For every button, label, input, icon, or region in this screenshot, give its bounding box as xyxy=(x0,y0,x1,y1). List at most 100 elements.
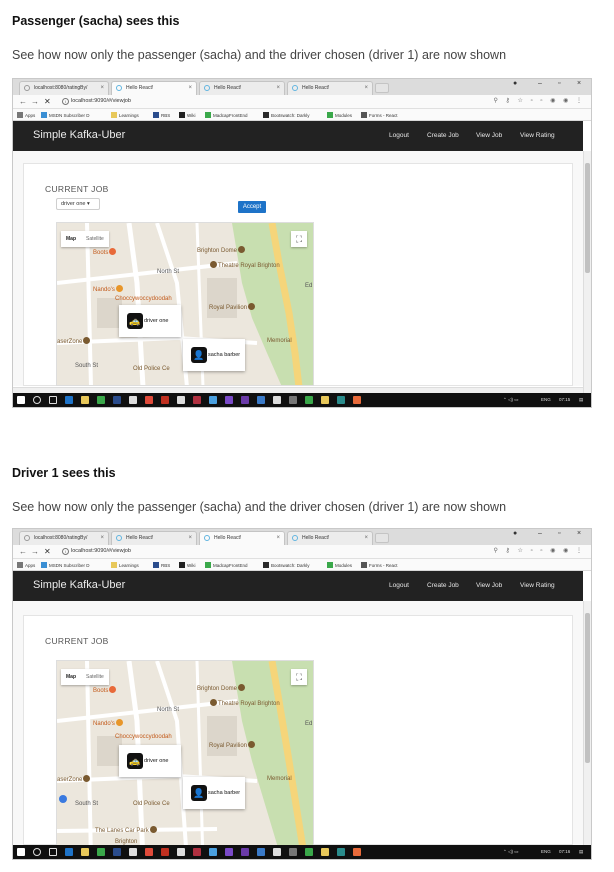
task-view-icon[interactable] xyxy=(49,848,57,856)
new-tab-button[interactable] xyxy=(375,83,389,93)
app-icon[interactable] xyxy=(129,848,137,856)
map-type-satellite[interactable]: Satellite xyxy=(81,669,109,685)
info-icon[interactable]: i xyxy=(62,98,69,105)
bookmark-rbs[interactable]: RBS xyxy=(153,562,170,568)
app-icon[interactable] xyxy=(193,396,201,404)
notifications-icon[interactable]: ▤ xyxy=(579,849,583,855)
maximize-icon[interactable]: ▫ xyxy=(558,80,560,87)
edge-icon[interactable] xyxy=(65,848,73,856)
app-icon[interactable] xyxy=(177,848,185,856)
bookmark-learnings[interactable]: Learnings xyxy=(111,112,139,118)
bookmark-learnings[interactable]: Learnings xyxy=(111,562,139,568)
app-icon[interactable] xyxy=(113,848,121,856)
nav-logout[interactable]: Logout xyxy=(389,582,409,589)
start-icon[interactable] xyxy=(17,848,25,856)
vertical-scrollbar[interactable] xyxy=(583,151,591,393)
tray-icons[interactable]: ⌃ ◁) ▭ xyxy=(503,397,518,403)
back-icon[interactable]: ← xyxy=(19,547,27,557)
language-indicator[interactable]: ENG xyxy=(541,397,551,402)
bookmark-forms[interactable]: Forms - React xyxy=(361,112,398,118)
passenger-marker[interactable]: 👤 sacha barber xyxy=(183,777,245,809)
app-icon[interactable] xyxy=(337,396,345,404)
app-icon[interactable] xyxy=(353,396,361,404)
explorer-icon[interactable] xyxy=(81,848,89,856)
passenger-marker[interactable]: 👤 sacha barber xyxy=(183,339,245,371)
app-icon[interactable] xyxy=(305,848,313,856)
driver-marker[interactable]: 🚕 driver one xyxy=(119,305,181,337)
tab-hello-3[interactable]: Hello React! × xyxy=(287,531,373,545)
bookmark-wiki[interactable]: Wiki xyxy=(179,112,196,118)
back-icon[interactable]: ← xyxy=(19,97,27,107)
vertical-scrollbar[interactable] xyxy=(583,601,591,845)
map-type-satellite[interactable]: Satellite xyxy=(81,231,109,247)
chrome-icon[interactable] xyxy=(209,848,217,856)
bookmark-wiki[interactable]: Wiki xyxy=(179,562,196,568)
tab-hello-3[interactable]: Hello React! × xyxy=(287,81,373,95)
bookmark-madcap[interactable]: MadcapFrontEnd xyxy=(205,562,248,568)
app-icon[interactable] xyxy=(193,848,201,856)
extension-icons[interactable]: ⚲ ⚷ ☆ ▫ ▫ ◉ ◉ ⋮ xyxy=(493,97,585,104)
app-icon[interactable] xyxy=(241,848,249,856)
new-tab-button[interactable] xyxy=(375,533,389,543)
bookmark-apps[interactable]: Apps xyxy=(17,562,35,568)
app-icon[interactable] xyxy=(225,848,233,856)
info-icon[interactable]: i xyxy=(62,548,69,555)
maximize-icon[interactable]: ▫ xyxy=(558,530,560,537)
driver-select[interactable]: driver one ▾ xyxy=(56,198,100,210)
app-icon[interactable] xyxy=(241,396,249,404)
edge-icon[interactable] xyxy=(65,396,73,404)
tab-hello-2[interactable]: Hello React! × xyxy=(199,531,285,545)
app-icon[interactable] xyxy=(257,396,265,404)
nav-view-job[interactable]: View Job xyxy=(476,132,502,139)
clock[interactable]: 07:16 xyxy=(559,849,570,854)
app-brand[interactable]: Simple Kafka-Uber xyxy=(33,579,125,591)
bookmark-rbs[interactable]: RBS xyxy=(153,112,170,118)
minimize-icon[interactable]: – xyxy=(538,80,542,87)
bookmark-apps[interactable]: Apps xyxy=(17,112,35,118)
app-brand[interactable]: Simple Kafka-Uber xyxy=(33,129,125,141)
nav-view-rating[interactable]: View Rating xyxy=(520,582,555,589)
bookmark-bootswatch[interactable]: Bootswatch: Darkly xyxy=(263,112,310,118)
fullscreen-icon[interactable]: ⛶ xyxy=(291,231,307,247)
profile-icon[interactable]: ● xyxy=(513,530,517,537)
nav-view-rating[interactable]: View Rating xyxy=(520,132,555,139)
chrome-icon[interactable] xyxy=(209,396,217,404)
map-type-map[interactable]: Map xyxy=(61,669,81,685)
nav-create-job[interactable]: Create Job xyxy=(427,582,459,589)
reload-stop-icon[interactable]: ✕ xyxy=(44,547,51,557)
forward-icon[interactable]: → xyxy=(31,547,39,557)
app-icon[interactable] xyxy=(161,848,169,856)
reload-stop-icon[interactable]: ✕ xyxy=(44,97,51,107)
app-icon[interactable] xyxy=(161,396,169,404)
map[interactable]: Map Satellite ⛶ Boots Brighton Dome Theat… xyxy=(56,660,314,859)
app-icon[interactable] xyxy=(289,396,297,404)
bookmark-msdn[interactable]: MSDN Subscriber D xyxy=(41,112,90,118)
clock[interactable]: 07:15 xyxy=(559,397,570,402)
app-icon[interactable] xyxy=(289,848,297,856)
app-icon[interactable] xyxy=(273,396,281,404)
tab-hello-2[interactable]: Hello React! × xyxy=(199,81,285,95)
app-icon[interactable] xyxy=(305,396,313,404)
search-icon[interactable] xyxy=(33,848,41,856)
search-icon[interactable] xyxy=(33,396,41,404)
close-window-icon[interactable]: × xyxy=(577,80,581,87)
nav-view-job[interactable]: View Job xyxy=(476,582,502,589)
app-icon[interactable] xyxy=(321,396,329,404)
app-icon[interactable] xyxy=(145,848,153,856)
url-field[interactable]: localhost:9090/#/viewjob xyxy=(71,548,131,554)
start-icon[interactable] xyxy=(17,396,25,404)
profile-icon[interactable]: ● xyxy=(513,80,517,87)
bookmark-bootswatch[interactable]: Bootswatch: Darkly xyxy=(263,562,310,568)
close-window-icon[interactable]: × xyxy=(577,530,581,537)
app-icon[interactable] xyxy=(257,848,265,856)
bookmark-forms[interactable]: Forms - React xyxy=(361,562,398,568)
driver-marker[interactable]: 🚕 driver one xyxy=(119,745,181,777)
bookmark-madcap[interactable]: MadcapFrontEnd xyxy=(205,112,248,118)
tab-rating[interactable]: localhost:8080/ratingBy/× xyxy=(19,81,109,95)
map-type-map[interactable]: Map xyxy=(61,231,81,247)
tab-rating[interactable]: localhost:8080/ratingBy/× xyxy=(19,531,109,545)
app-icon[interactable] xyxy=(97,396,105,404)
nav-logout[interactable]: Logout xyxy=(389,132,409,139)
bookmark-msdn[interactable]: MSDN Subscriber D xyxy=(41,562,90,568)
app-icon[interactable] xyxy=(337,848,345,856)
